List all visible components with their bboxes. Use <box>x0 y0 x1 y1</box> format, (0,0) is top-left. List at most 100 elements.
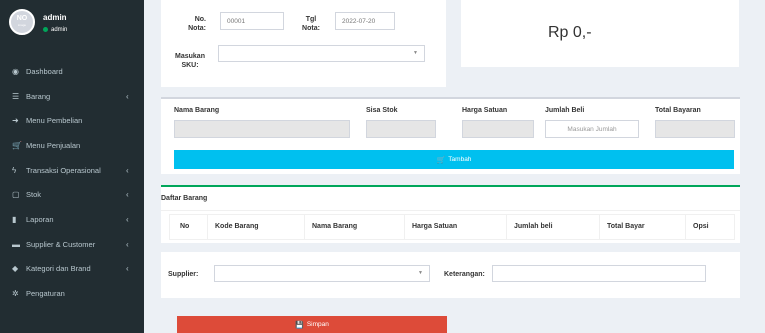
table-column-divider <box>599 214 600 240</box>
sisa-stok-label: Sisa Stok <box>366 107 398 114</box>
supplier-select[interactable]: ▼ <box>214 265 430 282</box>
no-nota-input[interactable]: 00001 <box>220 12 284 30</box>
truck-icon: ▬ <box>12 239 20 249</box>
cart-icon: 🛒 <box>436 156 446 164</box>
chevron-left-icon: ‹ <box>126 214 129 224</box>
sidebar-item-supplier-customer[interactable]: ▬ Supplier & Customer ‹ <box>0 232 144 257</box>
daftar-barang-title: Daftar Barang <box>161 195 208 202</box>
grand-total: Rp 0,- <box>548 24 592 41</box>
sidebar-item-pengaturan[interactable]: ✲ Pengaturan <box>0 281 144 306</box>
daftar-top-border <box>161 185 740 187</box>
sidebar-item-menu-penjualan[interactable]: 🛒 Menu Penjualan <box>0 133 144 158</box>
sidebar-item-stok[interactable]: ▢ Stok ‹ <box>0 182 144 207</box>
sidebar-item-label: Pengaturan <box>26 289 65 299</box>
harga-satuan-input <box>462 120 534 138</box>
keterangan-label: Keterangan: <box>444 271 485 278</box>
table-header-cell: Opsi <box>693 223 709 230</box>
tgl-nota-label: Tgl Nota: <box>299 15 323 33</box>
table-header-cell: Harga Satuan <box>412 223 458 230</box>
bolt-icon: ϟ <box>12 165 17 175</box>
nama-barang-label: Nama Barang <box>174 107 220 114</box>
dashboard-icon: ◉ <box>12 66 19 76</box>
jumlah-beli-label: Jumlah Beli <box>545 107 585 114</box>
jumlah-beli-placeholder: Masukan Jumlah <box>567 125 617 133</box>
sidebar-item-label: Menu Penjualan <box>26 140 81 150</box>
sku-label-line1: Masukan <box>175 53 205 60</box>
table-column-divider <box>685 214 686 240</box>
tambah-button[interactable]: 🛒 Tambah <box>174 150 734 169</box>
table-column-divider <box>304 214 305 240</box>
chevron-left-icon: ‹ <box>126 190 129 200</box>
user-status: admin <box>43 27 67 33</box>
table-column-divider <box>404 214 405 240</box>
sidebar-item-menu-pembelian[interactable]: ➜ Menu Pembelian <box>0 108 144 133</box>
sidebar-item-label: Dashboard <box>26 66 63 76</box>
sidebar-item-dashboard[interactable]: ◉ Dashboard <box>0 59 144 84</box>
supplier-label: Supplier: <box>168 271 199 278</box>
table-header-cell: Kode Barang <box>215 223 259 230</box>
no-nota-value: 00001 <box>227 17 246 25</box>
user-name: admin <box>43 13 67 22</box>
no-nota-label: No. Nota: <box>174 15 206 33</box>
sidebar-item-transaksi-operasional[interactable]: ϟ Transaksi Operasional ‹ <box>0 158 144 183</box>
cart-icon: 🛒 <box>12 140 22 150</box>
avatar-text: NO <box>16 15 28 22</box>
dropdown-arrow-icon: ▼ <box>413 50 418 56</box>
sidebar-item-label: Kategori dan Brand <box>26 264 91 274</box>
table-header-cell: Nama Barang <box>312 223 358 230</box>
total-bayaran-label: Total Bayaran <box>655 107 701 114</box>
table-column-divider <box>207 214 208 240</box>
keterangan-input[interactable] <box>492 265 706 282</box>
tgl-nota-input[interactable]: 2022-07-20 <box>335 12 395 30</box>
chevron-left-icon: ‹ <box>126 91 129 101</box>
sidebar-item-label: Stok <box>26 190 42 200</box>
table-header-cell: Total Bayar <box>607 223 645 230</box>
sisa-stok-input <box>366 120 436 138</box>
sku-label: Masukan SKU: <box>170 52 210 70</box>
sidebar-menu: ◉ Dashboard ☰ Barang ‹ ➜ Menu Pembelian 🛒 Menu P… <box>0 59 144 306</box>
simpan-button-label: Simpan <box>306 321 329 328</box>
chevron-left-icon: ‹ <box>126 165 129 175</box>
bar-chart-icon: ▮ <box>12 214 17 224</box>
simpan-button[interactable]: 💾 Simpan <box>177 316 447 333</box>
tgl-nota-value: 2022-07-20 <box>342 17 376 25</box>
no-nota-label-line2: Nota: <box>188 25 206 32</box>
user-panel: NO image admin admin <box>0 0 144 48</box>
table-header-cell: No <box>180 223 190 230</box>
gear-icon: ✲ <box>12 289 19 299</box>
sidebar-item-barang[interactable]: ☰ Barang ‹ <box>0 84 144 109</box>
supplier-dropdown-arrow-icon: ▼ <box>418 270 423 276</box>
user-status-label: admin <box>51 27 68 34</box>
list-icon: ☰ <box>12 91 20 101</box>
daftar-header-divider <box>161 210 740 211</box>
table-header-cell: Jumlah beli <box>514 223 553 230</box>
chevron-left-icon: ‹ <box>126 239 129 249</box>
total-box <box>461 0 739 67</box>
nama-barang-input <box>174 120 350 138</box>
sidebar-item-label: Menu Pembelian <box>26 116 83 126</box>
avatar-sub: image <box>17 23 27 27</box>
square-icon: ▢ <box>12 190 20 200</box>
sidebar-item-label: Supplier & Customer <box>26 239 96 249</box>
online-status-icon <box>43 27 48 32</box>
no-nota-label-line1: No. <box>194 16 206 23</box>
sidebar: NO image admin admin ◉ Dashboard ☰ Barang ‹ ➜ M… <box>0 0 144 333</box>
sku-select[interactable]: ▼ <box>218 45 425 62</box>
harga-satuan-label: Harga Satuan <box>462 107 508 114</box>
tgl-nota-label-line2: Nota: <box>302 25 320 32</box>
jumlah-beli-input[interactable]: Masukan Jumlah <box>545 120 639 138</box>
table-column-divider <box>506 214 507 240</box>
sidebar-item-label: Barang <box>26 91 51 101</box>
chevron-left-icon: ‹ <box>126 264 129 274</box>
sidebar-item-kategori-dan-brand[interactable]: ◆ Kategori dan Brand ‹ <box>0 257 144 282</box>
tambah-button-label: Tambah <box>448 156 472 163</box>
tag-icon: ◆ <box>12 264 19 274</box>
total-bayaran-input <box>655 120 735 138</box>
sign-in-icon: ➜ <box>12 116 19 126</box>
sidebar-item-laporan[interactable]: ▮ Laporan ‹ <box>0 207 144 232</box>
item-form-top-border <box>161 97 740 99</box>
avatar: NO image <box>9 9 35 35</box>
sidebar-item-label: Transaksi Operasional <box>26 165 101 175</box>
tgl-nota-label-line1: Tgl <box>305 16 317 23</box>
save-icon: 💾 <box>295 321 304 329</box>
